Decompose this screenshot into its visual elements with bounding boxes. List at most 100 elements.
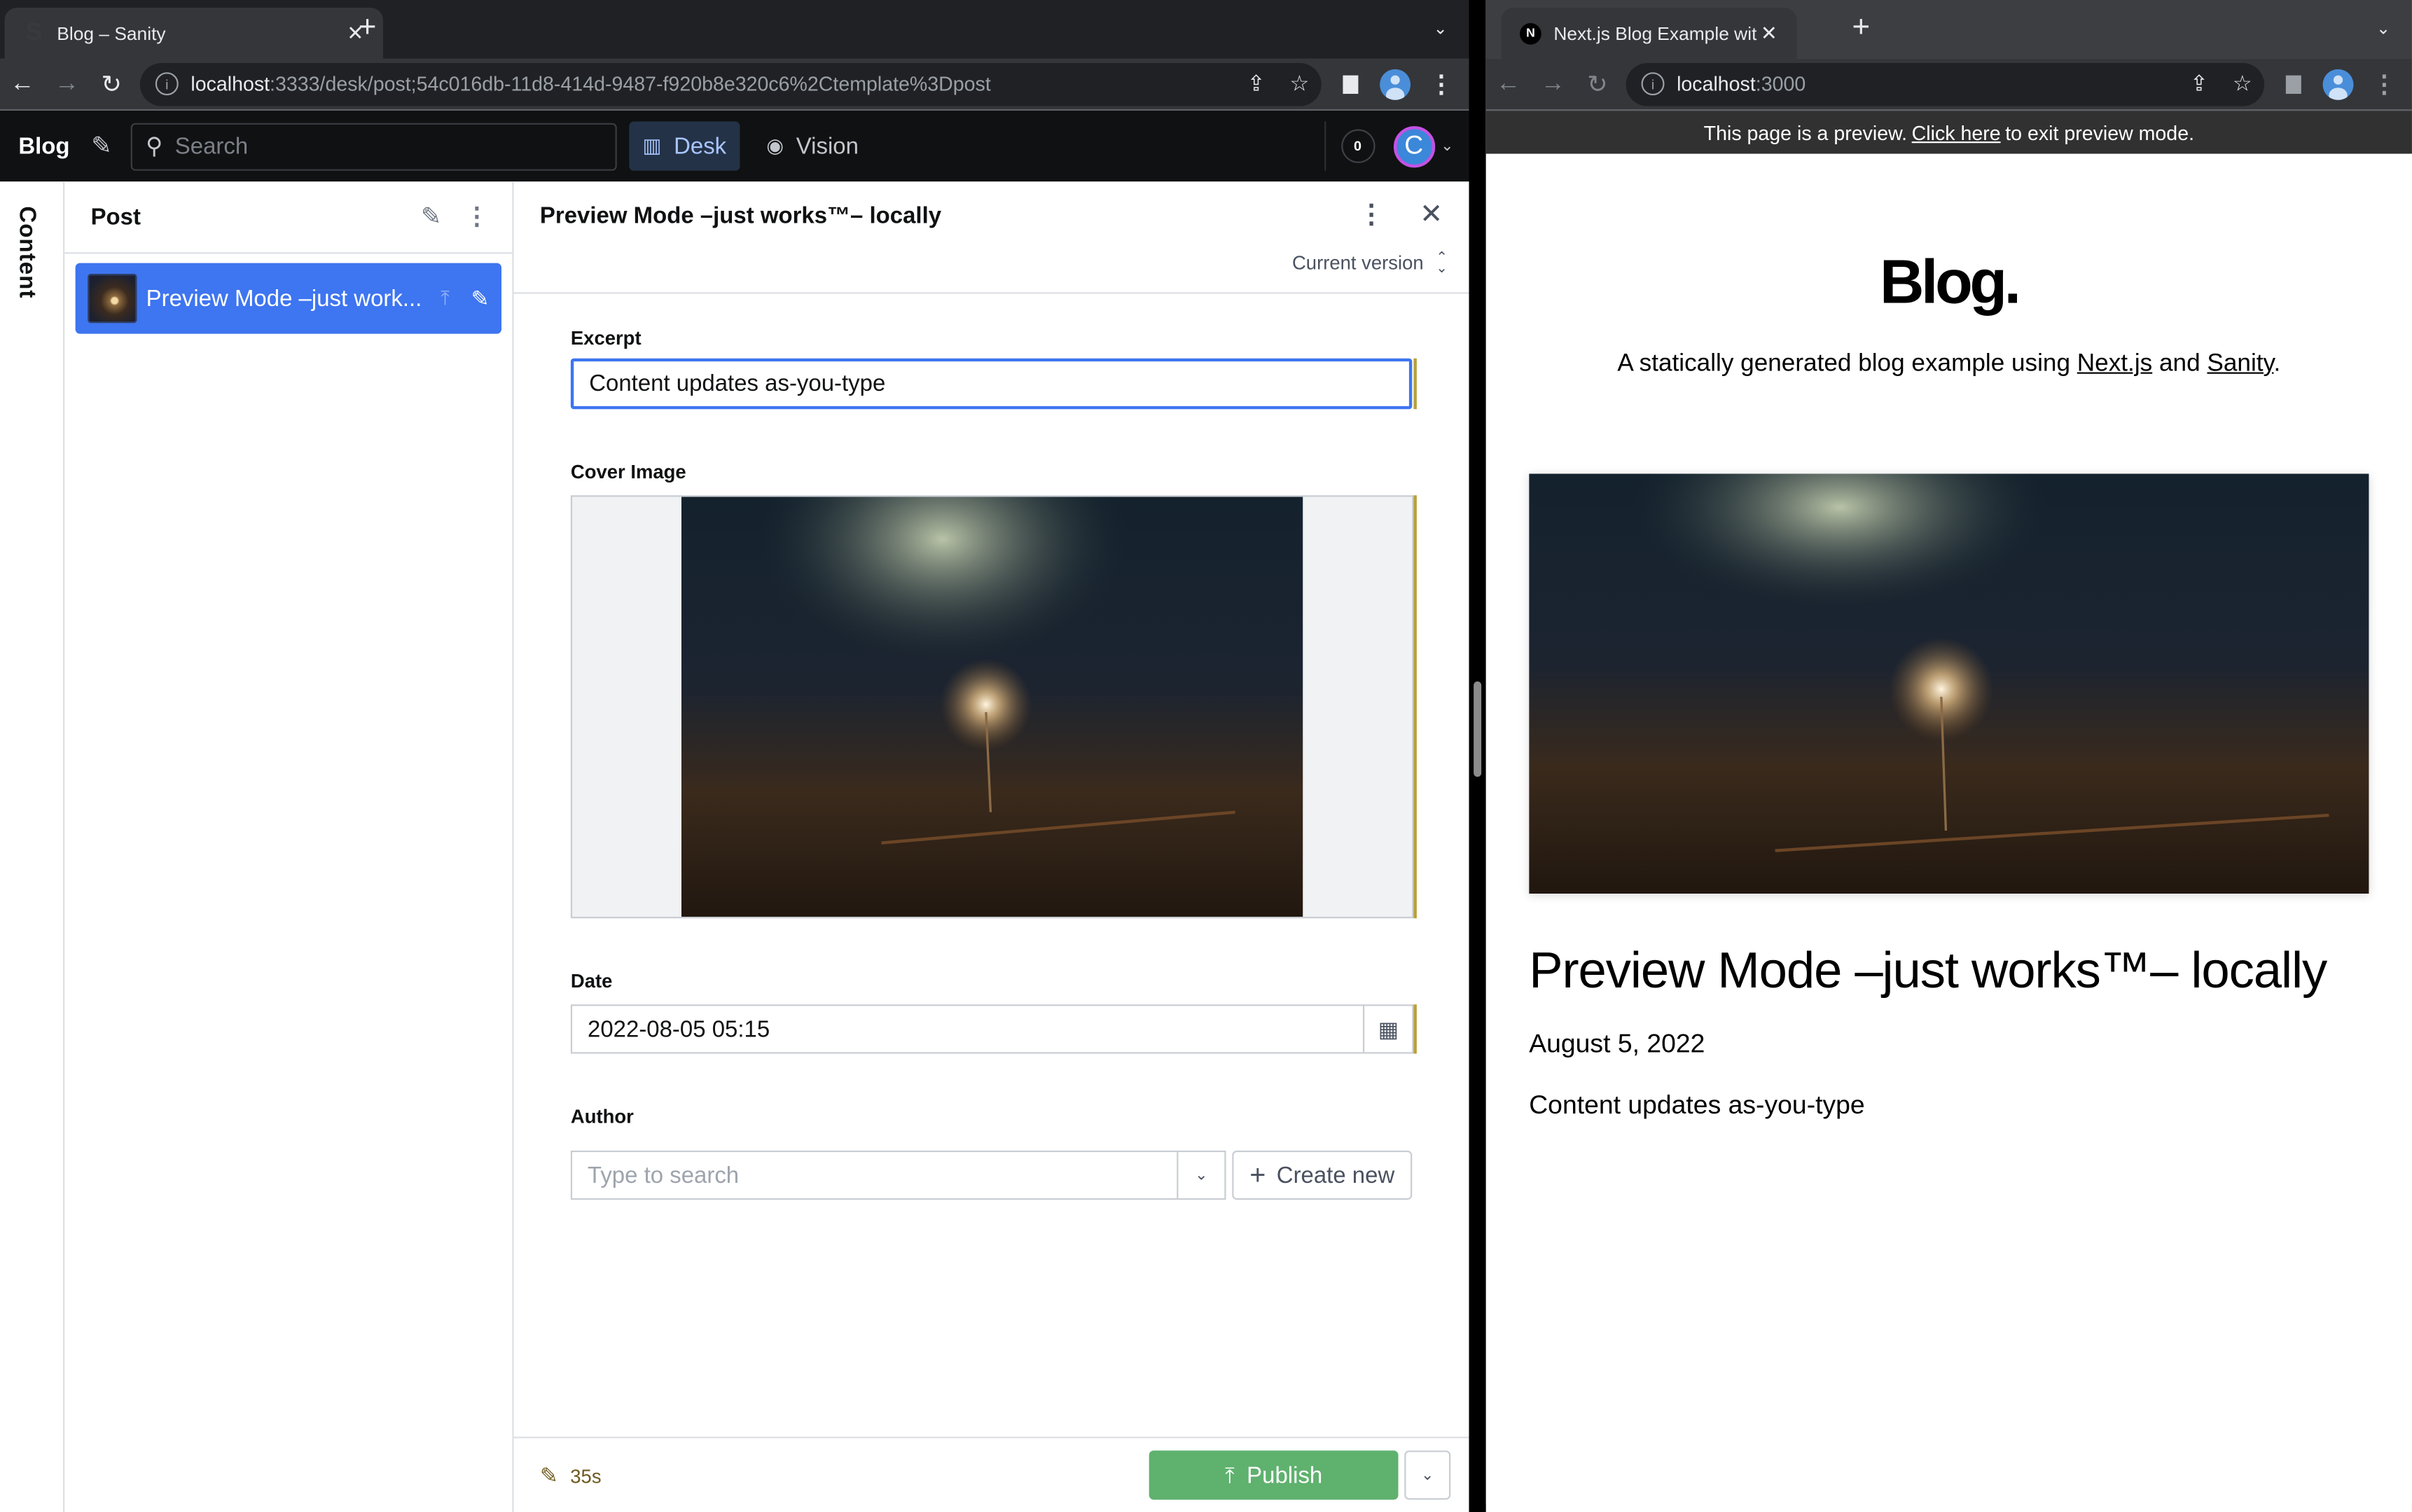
browser-tab-nextjs[interactable]: N Next.js Blog Example with Sanity ✕ bbox=[1501, 7, 1797, 59]
search-placeholder: Search bbox=[174, 132, 249, 160]
author-dropdown-chevron-icon[interactable]: ⌄ bbox=[1177, 1152, 1224, 1198]
document-editor: Preview Mode –just works™– locally ⋮ ✕ C… bbox=[513, 181, 1469, 1512]
publish-button[interactable]: ⤒ Publish bbox=[1149, 1450, 1399, 1500]
tab-title: Blog – Sanity bbox=[57, 22, 166, 44]
tool-vision[interactable]: ◉ Vision bbox=[753, 122, 873, 171]
navbar-divider bbox=[1324, 121, 1326, 171]
desk-icon: ▥ bbox=[642, 134, 662, 158]
back-icon[interactable]: ← bbox=[1486, 70, 1531, 98]
published-status-icon: ⤒ bbox=[441, 286, 450, 310]
site-tagline: A statically generated blog example usin… bbox=[1486, 351, 2412, 379]
document-menu-icon[interactable]: ⋮ bbox=[1358, 200, 1384, 231]
create-new-label: Create new bbox=[1276, 1162, 1395, 1188]
window-splitter[interactable] bbox=[1469, 0, 1486, 1512]
pencil-icon: ✎ bbox=[539, 1462, 558, 1487]
new-tab-button[interactable]: + bbox=[359, 13, 377, 43]
editor-header: Preview Mode –just works™– locally ⋮ ✕ C… bbox=[513, 181, 1469, 294]
splitter-handle[interactable] bbox=[1474, 681, 1482, 777]
draft-edit-icon: ✎ bbox=[471, 285, 490, 310]
address-bar[interactable]: i localhost :3333/desk/post;54c016db-11d… bbox=[139, 62, 1322, 106]
list-pane-header: Post ✎ ⋮ bbox=[64, 181, 513, 254]
document-footer: ✎ 35s ⤒ Publish ⌄ bbox=[513, 1436, 1469, 1512]
exit-preview-link[interactable]: Click here bbox=[1912, 120, 2001, 144]
side-panel-icon[interactable] bbox=[2285, 74, 2301, 93]
compose-icon[interactable]: ✎ bbox=[91, 131, 111, 162]
tab-search-chevron-icon[interactable]: ⌄ bbox=[1434, 18, 1448, 39]
bookmark-star-icon[interactable]: ☆ bbox=[2233, 71, 2252, 97]
create-new-button[interactable]: + Create new bbox=[1232, 1150, 1413, 1200]
nextjs-link[interactable]: Next.js bbox=[2077, 351, 2152, 377]
excerpt-input[interactable]: Content updates as-you-type bbox=[570, 358, 1413, 410]
tab-strip: N Next.js Blog Example with Sanity ✕ + ⌄ bbox=[1485, 0, 2412, 59]
list-item-title: Preview Mode –just work... bbox=[146, 285, 422, 312]
close-pane-icon[interactable]: ✕ bbox=[1420, 198, 1443, 230]
browser-menu-icon[interactable]: ⋮ bbox=[1429, 69, 1453, 99]
sanity-favicon-icon: S bbox=[25, 19, 43, 46]
reload-icon[interactable]: ↻ bbox=[89, 69, 134, 99]
post-hero-image[interactable] bbox=[1529, 473, 2369, 894]
date-input[interactable]: 2022-08-05 05:15 ▦ bbox=[570, 1004, 1414, 1054]
tab-strip: S Blog – Sanity ✕ + ⌄ bbox=[0, 0, 1469, 59]
browser-tab-sanity[interactable]: S Blog – Sanity ✕ bbox=[4, 7, 383, 59]
create-document-icon[interactable]: ✎ bbox=[421, 202, 441, 233]
author-search-input[interactable]: Type to search ⌄ bbox=[570, 1150, 1226, 1200]
post-title[interactable]: Preview Mode –just works™– locally bbox=[1529, 941, 2327, 999]
sanity-browser-window: S Blog – Sanity ✕ + ⌄ ← → ↻ i localhost … bbox=[0, 0, 1469, 1512]
version-selector[interactable]: Current version ⌃ ⌄ bbox=[1291, 249, 1448, 276]
document-thumbnail bbox=[88, 273, 137, 324]
banner-prefix: This page is a preview. bbox=[1703, 120, 1908, 144]
list-menu-icon[interactable]: ⋮ bbox=[464, 202, 489, 233]
tool-vision-label: Vision bbox=[796, 132, 859, 160]
cover-change-indicator bbox=[1413, 495, 1417, 919]
chevron-up-down-icon: ⌃ ⌄ bbox=[1436, 249, 1448, 276]
studio-search-input[interactable]: ⚲ Search bbox=[130, 122, 617, 170]
share-icon[interactable]: ⇪ bbox=[1247, 71, 1266, 97]
share-icon[interactable]: ⇪ bbox=[2190, 71, 2208, 97]
search-icon: ⚲ bbox=[146, 134, 163, 160]
cover-image bbox=[681, 497, 1303, 917]
banner-suffix: to exit preview mode. bbox=[2005, 120, 2195, 144]
desk: Content Post ✎ ⋮ Preview Mode –just work… bbox=[0, 181, 1469, 1512]
side-panel-icon[interactable] bbox=[1343, 74, 1359, 93]
rail-label[interactable]: Content bbox=[14, 206, 40, 298]
tagline-prefix: A statically generated blog example usin… bbox=[1617, 350, 2071, 377]
browser-menu-icon[interactable]: ⋮ bbox=[2372, 69, 2397, 99]
cover-image-field[interactable] bbox=[570, 495, 1414, 919]
url-path: :3333/desk/post;54c016db-11d8-414d-9487-… bbox=[270, 72, 991, 96]
edit-status: ✎ 35s bbox=[540, 1463, 602, 1489]
user-menu-chevron-icon[interactable]: ⌄ bbox=[1441, 138, 1453, 155]
bookmark-star-icon[interactable]: ☆ bbox=[1290, 71, 1310, 97]
preview-banner: This page is a preview. Click here to ex… bbox=[1485, 111, 2412, 154]
calendar-icon[interactable]: ▦ bbox=[1363, 1006, 1412, 1053]
sanity-link[interactable]: Sanity bbox=[2207, 351, 2273, 377]
version-label: Current version bbox=[1291, 252, 1424, 274]
user-avatar[interactable]: C bbox=[1393, 125, 1435, 167]
forward-icon[interactable]: → bbox=[45, 70, 90, 98]
tab-title: Next.js Blog Example with Sanity bbox=[1553, 22, 1757, 44]
browser-toolbar: ← → ↻ i localhost :3333/desk/post;54c016… bbox=[0, 58, 1469, 111]
cover-image-label: Cover Image bbox=[570, 461, 686, 483]
site-info-icon[interactable]: i bbox=[1641, 72, 1665, 96]
excerpt-label: Excerpt bbox=[570, 327, 642, 349]
profile-avatar-icon[interactable] bbox=[1380, 68, 1411, 99]
new-tab-button[interactable]: + bbox=[1852, 13, 1870, 43]
screen: S Blog – Sanity ✕ + ⌄ ← → ↻ i localhost … bbox=[0, 0, 2412, 1512]
list-item[interactable]: Preview Mode –just work... ⤒ ✎ bbox=[75, 263, 502, 334]
tab-search-chevron-icon[interactable]: ⌄ bbox=[2376, 18, 2390, 39]
forward-icon[interactable]: → bbox=[1530, 70, 1575, 98]
close-tab-icon[interactable]: ✕ bbox=[1756, 21, 1781, 46]
tool-desk[interactable]: ▥ Desk bbox=[628, 121, 740, 171]
address-bar[interactable]: i localhost :3000 ⇪ ☆ bbox=[1626, 62, 2265, 106]
reload-icon[interactable]: ↻ bbox=[1575, 69, 1620, 99]
site-info-icon[interactable]: i bbox=[155, 72, 179, 96]
profile-avatar-icon[interactable] bbox=[2322, 68, 2354, 99]
edited-ago: 35s bbox=[570, 1465, 602, 1487]
tagline-end: . bbox=[2273, 350, 2281, 377]
back-icon[interactable]: ← bbox=[0, 70, 45, 98]
url-path: :3000 bbox=[1755, 72, 1806, 96]
publish-icon: ⤒ bbox=[1224, 1462, 1235, 1487]
publish-menu-chevron-icon[interactable]: ⌄ bbox=[1404, 1450, 1451, 1500]
studio-brand[interactable]: Blog bbox=[18, 133, 69, 159]
site-title[interactable]: Blog. bbox=[1486, 249, 2412, 319]
notification-badge[interactable]: 0 bbox=[1340, 129, 1375, 163]
